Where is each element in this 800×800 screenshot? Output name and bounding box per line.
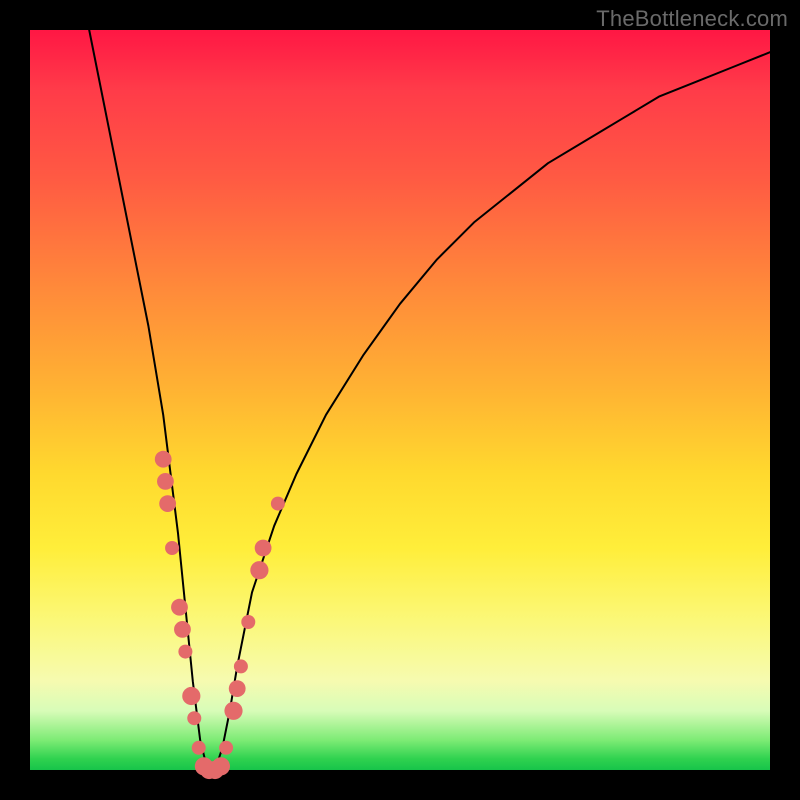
data-marker [174,621,191,638]
data-marker [187,711,201,725]
data-marker [219,741,233,755]
data-marker [182,687,200,705]
data-marker [250,561,268,579]
chart-frame: TheBottleneck.com [0,0,800,800]
data-marker [241,615,255,629]
data-marker [212,757,230,775]
data-marker [224,702,242,720]
watermark-text: TheBottleneck.com [596,6,788,32]
data-marker [171,599,188,616]
data-marker [192,741,206,755]
bottleneck-curve [89,30,770,770]
curve-layer [30,30,770,770]
data-marker [165,541,179,555]
data-marker [255,540,272,557]
data-marker [271,497,285,511]
data-marker [155,451,172,468]
data-marker [159,495,176,512]
data-marker [234,659,248,673]
data-marker [178,645,192,659]
plot-area [30,30,770,770]
data-marker [229,680,246,697]
data-marker [157,473,174,490]
